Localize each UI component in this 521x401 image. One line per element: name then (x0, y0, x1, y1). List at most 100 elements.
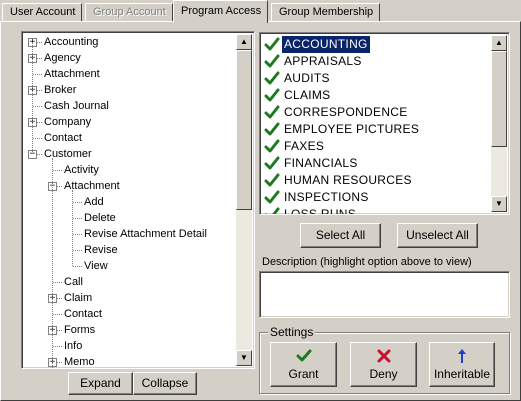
checkmark-icon[interactable] (264, 190, 280, 205)
checkmark-icon[interactable] (264, 173, 280, 188)
grant-button[interactable]: Grant (270, 342, 337, 387)
checkmark-icon[interactable] (264, 37, 280, 52)
tree-item-label: Revise (84, 244, 118, 256)
option-label: EMPLOYEE PICTURES (284, 122, 420, 136)
tab-group-membership[interactable]: Group Membership (271, 3, 381, 22)
tree-item[interactable]: − Attachment (22, 178, 232, 194)
tab-user-account[interactable]: User Account (2, 3, 83, 22)
tree-item[interactable]: Info (22, 338, 232, 354)
option-item[interactable]: INSPECTIONS (264, 189, 486, 206)
tree-item[interactable]: Revise Attachment Detail (22, 226, 232, 242)
checkmark-icon[interactable] (264, 207, 280, 214)
scroll-down-icon[interactable]: ▼ (236, 350, 252, 366)
checkmark-icon[interactable] (264, 122, 280, 137)
tree-guide-line (72, 190, 73, 266)
tree-item-label: Forms (64, 324, 96, 336)
scroll-down-icon[interactable]: ▼ (491, 196, 507, 212)
option-item[interactable]: CORRESPONDENCE (264, 104, 486, 121)
option-item[interactable]: APPRAISALS (264, 53, 486, 70)
scroll-up-icon[interactable]: ▲ (236, 34, 252, 50)
option-label: AUDITS (284, 71, 330, 85)
inheritable-label: Inheritable (433, 367, 491, 381)
checkmark-icon[interactable] (264, 54, 280, 69)
tree-item[interactable]: Contact (22, 130, 232, 146)
tree-item-label: Call (64, 276, 83, 288)
tab-program-access[interactable]: Program Access (173, 0, 269, 23)
tree-item[interactable]: Contact (22, 306, 232, 322)
tree-item[interactable]: Attachment (22, 66, 232, 82)
checkmark-icon[interactable] (264, 139, 280, 154)
option-item[interactable]: FINANCIALS (264, 155, 486, 172)
option-item[interactable]: HUMAN RESOURCES (264, 172, 486, 189)
tree-item[interactable]: + Agency (22, 50, 232, 66)
option-label: ACCOUNTING (281, 35, 371, 54)
inheritable-button[interactable]: Inheritable (429, 342, 495, 387)
description-field[interactable] (259, 271, 510, 318)
tree-item-label: Company (44, 116, 92, 128)
tree-guide-line (52, 158, 53, 368)
option-item[interactable]: FAXES (264, 138, 486, 155)
tree-item[interactable]: − Customer (22, 146, 232, 162)
tree-item[interactable]: Call (22, 274, 232, 290)
tree-item[interactable]: + Accounting (22, 34, 232, 50)
option-label: FAXES (284, 139, 325, 153)
tree-connector (53, 170, 62, 171)
tree-item[interactable]: Cash Journal (22, 98, 232, 114)
tree-connector (73, 266, 82, 267)
scroll-up-icon[interactable]: ▲ (491, 35, 507, 51)
tree-item-label: Revise Attachment Detail (84, 228, 207, 240)
option-item[interactable]: EMPLOYEE PICTURES (264, 121, 486, 138)
description-value (260, 272, 509, 278)
tree-connector (53, 346, 62, 347)
tree-connector (53, 282, 62, 283)
tree-item-label: View (84, 260, 108, 272)
tree-item-label: Broker (44, 84, 77, 96)
deny-button[interactable]: Deny (350, 342, 417, 387)
option-item[interactable]: ACCOUNTING (264, 35, 486, 54)
checkmark-icon[interactable] (264, 88, 280, 103)
checkmark-icon[interactable] (264, 71, 280, 86)
select-all-button[interactable]: Select All (300, 223, 381, 248)
option-item[interactable]: CLAIMS (264, 87, 486, 104)
tree-scrollbar[interactable]: ▲ ▼ (236, 34, 252, 366)
description-label: Description (highlight option above to v… (262, 256, 472, 268)
tree-connector (73, 202, 82, 203)
option-item[interactable]: LOSS RUNS (264, 206, 486, 214)
tree-item[interactable]: + Claim (22, 290, 232, 306)
expand-button[interactable]: Expand (68, 372, 133, 395)
tree-item[interactable]: Delete (22, 210, 232, 226)
tree-item-label: Accounting (44, 36, 99, 48)
option-label: HUMAN RESOURCES (284, 173, 412, 187)
tree-item[interactable]: View (22, 258, 232, 274)
options-scrollbar[interactable]: ▲ ▼ (491, 35, 507, 212)
tree-item[interactable]: Activity (22, 162, 232, 178)
tree-connector (33, 74, 42, 75)
tree-item[interactable]: + Memo (22, 354, 232, 368)
tree-item-label: Contact (44, 132, 82, 144)
unselect-all-button[interactable]: Unselect All (397, 223, 478, 248)
option-label: CORRESPONDENCE (284, 105, 408, 119)
checkmark-icon[interactable] (264, 156, 280, 171)
tree-connector (73, 218, 82, 219)
checkmark-icon[interactable] (264, 105, 280, 120)
option-label: INSPECTIONS (284, 190, 369, 204)
tree-item-label: Activity (64, 164, 99, 176)
settings-title: Settings (268, 325, 316, 339)
green-check-icon (271, 348, 336, 364)
option-item[interactable]: AUDITS (264, 70, 486, 87)
tree-item[interactable]: + Company (22, 114, 232, 130)
tree-scroll-thumb[interactable] (236, 50, 252, 210)
tree-item[interactable]: Add (22, 194, 232, 210)
tab-group-account[interactable]: Group Account (85, 3, 173, 22)
program-tree[interactable]: + Accounting + Agency Attachment + Broker Cash … (21, 31, 255, 369)
collapse-button[interactable]: Collapse (133, 372, 197, 395)
tree-item[interactable]: Revise (22, 242, 232, 258)
tree-connector (33, 138, 42, 139)
tree-item-label: Memo (64, 356, 95, 368)
tree-item[interactable]: + Forms (22, 322, 232, 338)
access-options-list[interactable]: ACCOUNTING APPRAISALS AUDITS CLAIMS CORRESPO… (259, 32, 510, 215)
options-scroll-thumb[interactable] (491, 51, 507, 147)
tree-item-label: Contact (64, 308, 102, 320)
tree-item[interactable]: + Broker (22, 82, 232, 98)
deny-label: Deny (369, 367, 398, 381)
